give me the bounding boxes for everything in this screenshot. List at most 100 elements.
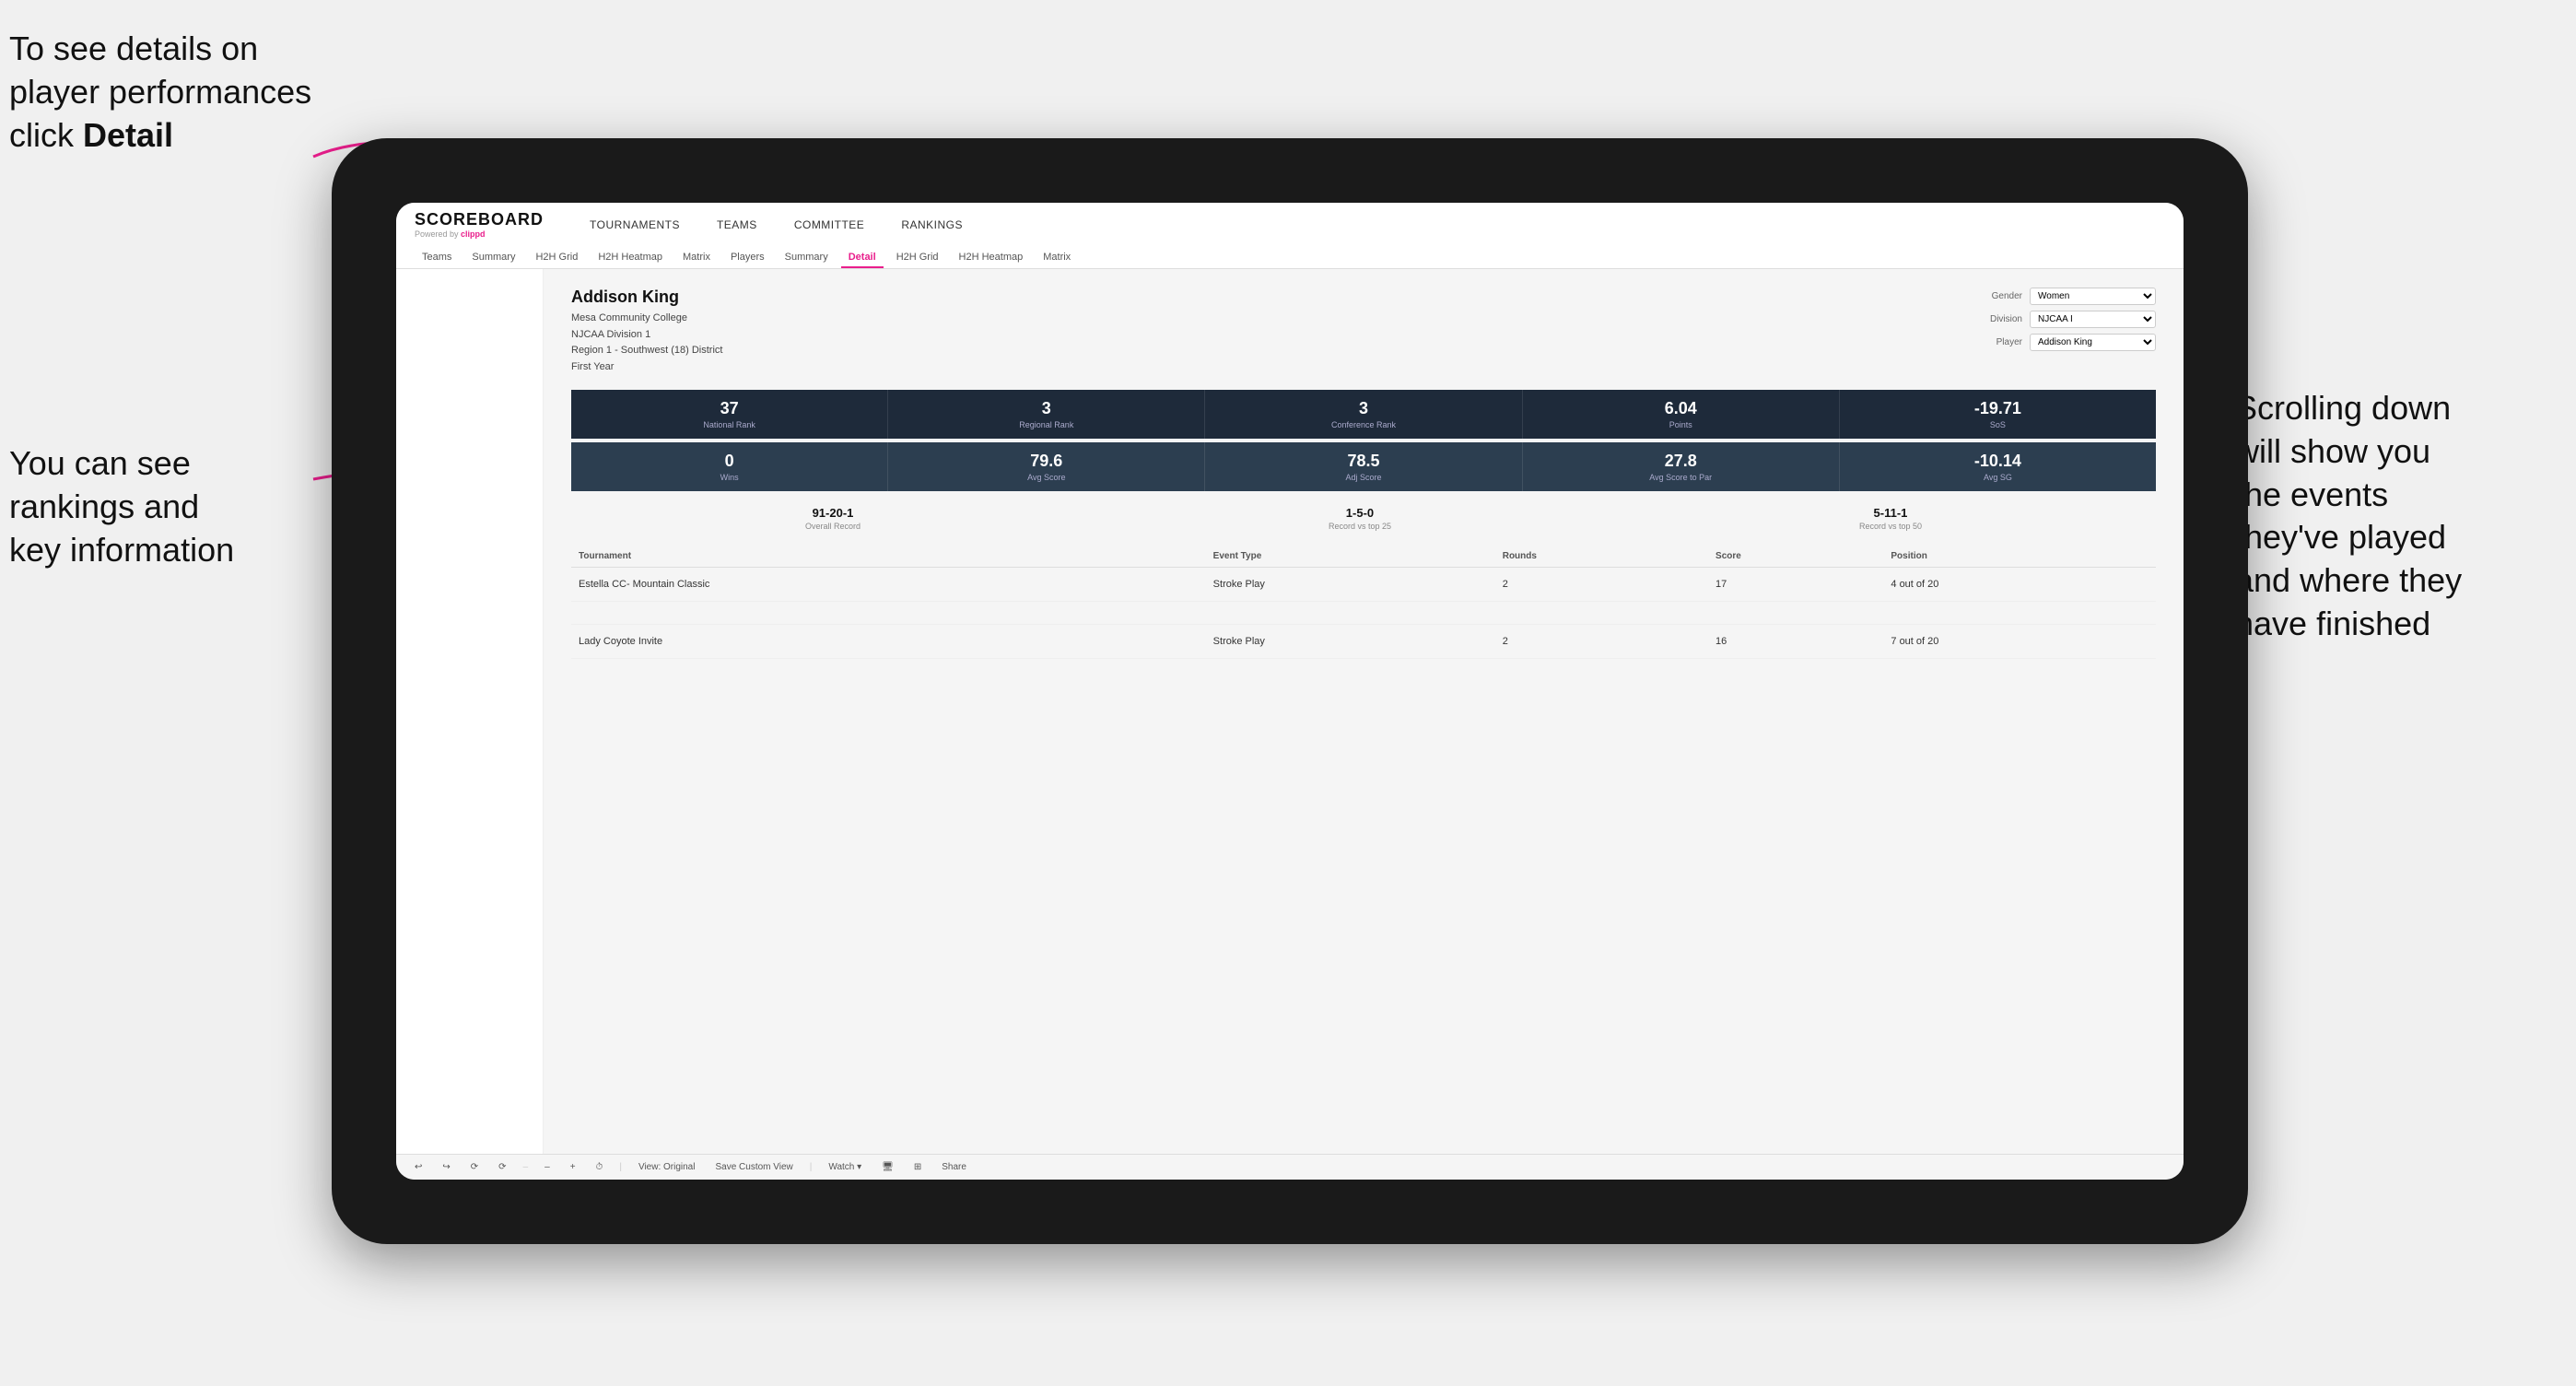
toolbar-sep3: | bbox=[810, 1162, 813, 1172]
table-row bbox=[571, 602, 2156, 625]
toolbar-sep2: | bbox=[619, 1162, 622, 1172]
toolbar-undo[interactable]: ↩ bbox=[411, 1160, 426, 1174]
player-controls: Gender Women Division NJCAA I bbox=[1972, 288, 2156, 351]
gender-select[interactable]: Women bbox=[2030, 288, 2156, 305]
col-rounds: Rounds bbox=[1495, 546, 1708, 568]
stat-cell: 3Regional Rank bbox=[888, 390, 1205, 439]
player-name: Addison King bbox=[571, 288, 722, 307]
cell-score: 16 bbox=[1708, 625, 1883, 659]
toolbar-sep1: – bbox=[523, 1162, 529, 1172]
annotation-right: Scrolling down will show you the events … bbox=[2235, 387, 2567, 646]
stat-cell: 37National Rank bbox=[571, 390, 888, 439]
logo-area: SCOREBOARD Powered by clippd bbox=[415, 210, 544, 239]
toolbar-zoom-in[interactable]: + bbox=[567, 1160, 580, 1174]
bottom-toolbar: ↩ ↪ ⟳ ⟳ – – + ⏱ | View: Original Save Cu… bbox=[396, 1154, 2184, 1180]
toolbar-save-custom[interactable]: Save Custom View bbox=[711, 1160, 796, 1174]
toolbar-view-original[interactable]: View: Original bbox=[635, 1160, 699, 1174]
stats-row-1: 37National Rank3Regional Rank3Conference… bbox=[571, 390, 2156, 439]
division-select[interactable]: NJCAA I bbox=[2030, 311, 2156, 328]
cell-event-type bbox=[1206, 602, 1495, 625]
toolbar-redo[interactable]: ↪ bbox=[439, 1160, 453, 1174]
cell-rounds bbox=[1495, 602, 1708, 625]
main-content: Addison King Mesa Community College NJCA… bbox=[396, 269, 2184, 1154]
toolbar-timer[interactable]: ⏱ bbox=[592, 1160, 607, 1174]
sub-nav-matrix[interactable]: Matrix bbox=[675, 248, 718, 268]
player-region: Region 1 - Southwest (18) District bbox=[571, 343, 722, 359]
stat-cell: 79.6Avg Score bbox=[888, 442, 1205, 491]
sub-nav: Teams Summary H2H Grid H2H Heatmap Matri… bbox=[415, 244, 2165, 268]
col-event-type: Event Type bbox=[1206, 546, 1495, 568]
nav-rankings[interactable]: RANKINGS bbox=[901, 215, 963, 235]
col-score: Score bbox=[1708, 546, 1883, 568]
sub-nav-teams[interactable]: Teams bbox=[415, 248, 459, 268]
cell-score: 17 bbox=[1708, 568, 1883, 602]
stat-cell: -19.71SoS bbox=[1840, 390, 2156, 439]
logo-powered: Powered by clippd bbox=[415, 229, 544, 239]
cell-rounds: 2 bbox=[1495, 625, 1708, 659]
cell-position: 7 out of 20 bbox=[1883, 625, 2156, 659]
toolbar-refresh[interactable]: ⟳ bbox=[467, 1160, 482, 1174]
player-division: NJCAA Division 1 bbox=[571, 327, 722, 344]
gender-row: Gender Women bbox=[1972, 288, 2156, 305]
cell-score bbox=[1708, 602, 1883, 625]
sub-nav-matrix2[interactable]: Matrix bbox=[1036, 248, 1078, 268]
toolbar-grid[interactable]: ⊞ bbox=[910, 1160, 925, 1174]
toolbar-refresh2[interactable]: ⟳ bbox=[495, 1160, 509, 1174]
stat-cell: 6.04Points bbox=[1523, 390, 1840, 439]
table-row: Lady Coyote Invite Stroke Play 2 16 7 ou… bbox=[571, 625, 2156, 659]
nav-committee[interactable]: COMMITTEE bbox=[794, 215, 865, 235]
stat-cell: 3Conference Rank bbox=[1205, 390, 1522, 439]
player-select[interactable]: Addison King bbox=[2030, 334, 2156, 351]
sub-nav-summary2[interactable]: Summary bbox=[778, 248, 836, 268]
records-row: 91-20-1Overall Record 1-5-0Record vs top … bbox=[571, 506, 2156, 531]
content-area: Addison King Mesa Community College NJCA… bbox=[544, 269, 2184, 1154]
logo-scoreboard: SCOREBOARD bbox=[415, 210, 544, 229]
sub-nav-detail[interactable]: Detail bbox=[841, 248, 884, 268]
annotation-bottom-left: You can see rankings and key information bbox=[9, 442, 322, 571]
gender-label: Gender bbox=[1972, 291, 2022, 301]
nav-teams[interactable]: TEAMS bbox=[717, 215, 757, 235]
player-row: Player Addison King bbox=[1972, 334, 2156, 351]
toolbar-watch[interactable]: Watch ▾ bbox=[825, 1160, 865, 1174]
cell-tournament: Estella CC- Mountain Classic bbox=[571, 568, 1206, 602]
cell-tournament: Lady Coyote Invite bbox=[571, 625, 1206, 659]
player-year: First Year bbox=[571, 359, 722, 376]
top-nav: SCOREBOARD Powered by clippd TOURNAMENTS… bbox=[396, 203, 2184, 269]
sub-nav-players[interactable]: Players bbox=[723, 248, 772, 268]
toolbar-monitor[interactable]: 🖥 bbox=[878, 1160, 897, 1174]
tablet-screen: SCOREBOARD Powered by clippd TOURNAMENTS… bbox=[396, 203, 2184, 1180]
division-row: Division NJCAA I bbox=[1972, 311, 2156, 328]
cell-rounds: 2 bbox=[1495, 568, 1708, 602]
col-tournament: Tournament bbox=[571, 546, 1206, 568]
cell-event-type: Stroke Play bbox=[1206, 568, 1495, 602]
player-school: Mesa Community College bbox=[571, 311, 722, 327]
stat-cell: -10.14Avg SG bbox=[1840, 442, 2156, 491]
sub-nav-h2hheatmap[interactable]: H2H Heatmap bbox=[591, 248, 670, 268]
toolbar-zoom-out[interactable]: – bbox=[541, 1160, 554, 1174]
player-label: Player bbox=[1972, 337, 2022, 347]
sub-nav-h2hgrid2[interactable]: H2H Grid bbox=[889, 248, 946, 268]
player-info: Addison King Mesa Community College NJCA… bbox=[571, 288, 722, 375]
table-row: Estella CC- Mountain Classic Stroke Play… bbox=[571, 568, 2156, 602]
cell-position: 4 out of 20 bbox=[1883, 568, 2156, 602]
tablet: SCOREBOARD Powered by clippd TOURNAMENTS… bbox=[332, 138, 2248, 1244]
cell-event-type: Stroke Play bbox=[1206, 625, 1495, 659]
division-label: Division bbox=[1972, 314, 2022, 324]
toolbar-share[interactable]: Share bbox=[938, 1160, 970, 1174]
stats-row-2: 0Wins79.6Avg Score78.5Adj Score27.8Avg S… bbox=[571, 442, 2156, 491]
tournament-table: Tournament Event Type Rounds Score Posit… bbox=[571, 546, 2156, 659]
record-item: 5-11-1Record vs top 50 bbox=[1859, 506, 1922, 531]
cell-tournament bbox=[571, 602, 1206, 625]
nav-tournaments[interactable]: TOURNAMENTS bbox=[590, 215, 680, 235]
player-header: Addison King Mesa Community College NJCA… bbox=[571, 288, 2156, 375]
sub-nav-h2hheatmap2[interactable]: H2H Heatmap bbox=[952, 248, 1031, 268]
stat-cell: 78.5Adj Score bbox=[1205, 442, 1522, 491]
record-item: 91-20-1Overall Record bbox=[805, 506, 861, 531]
left-sidebar bbox=[396, 269, 544, 1154]
sub-nav-summary[interactable]: Summary bbox=[464, 248, 522, 268]
record-item: 1-5-0Record vs top 25 bbox=[1329, 506, 1391, 531]
annotation-top-left: To see details on player performances cl… bbox=[9, 28, 341, 157]
stat-cell: 27.8Avg Score to Par bbox=[1523, 442, 1840, 491]
cell-position bbox=[1883, 602, 2156, 625]
sub-nav-h2hgrid[interactable]: H2H Grid bbox=[528, 248, 585, 268]
